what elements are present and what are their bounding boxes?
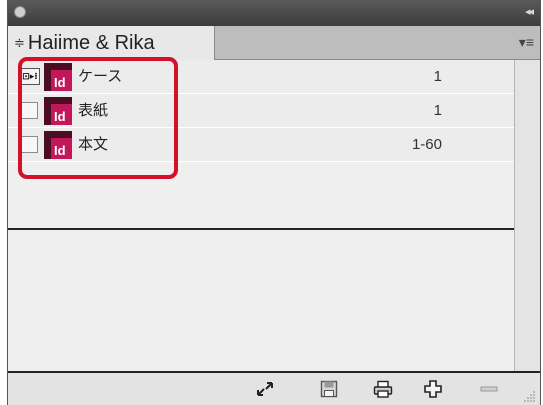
list-item[interactable]: Id 表紙 1 xyxy=(8,94,514,128)
resize-grip-icon[interactable] xyxy=(524,390,536,402)
document-pages: 1 xyxy=(433,102,442,119)
add-document-icon[interactable] xyxy=(422,378,444,400)
style-source-checkbox[interactable] xyxy=(20,102,38,119)
document-pages: 1 xyxy=(433,68,442,85)
svg-text:Id: Id xyxy=(54,109,66,124)
tab-bar: ≑ Haiime & Rika ▾≡ xyxy=(8,26,540,60)
document-pages: 1-60 xyxy=(411,136,442,153)
svg-text:Id: Id xyxy=(54,75,66,90)
vertical-scrollbar[interactable] xyxy=(514,60,540,371)
style-source-icon[interactable]: ⊡▸⁝ xyxy=(20,68,40,85)
save-book-icon[interactable] xyxy=(318,378,340,400)
collapse-panel-icon[interactable]: ◂◂ xyxy=(525,5,534,18)
panel-titlebar: ◂◂ xyxy=(8,0,540,26)
list-item[interactable]: ⊡▸⁝ Id ケース 1 xyxy=(8,60,514,94)
panel-menu-icon[interactable]: ▾≡ xyxy=(519,34,534,51)
style-source-checkbox[interactable] xyxy=(20,136,38,153)
indesign-doc-icon: Id xyxy=(44,97,72,125)
svg-text:Id: Id xyxy=(54,143,66,158)
indesign-doc-icon: Id xyxy=(44,131,72,159)
remove-document-icon[interactable] xyxy=(478,378,500,400)
indesign-doc-icon: Id xyxy=(44,63,72,91)
list-item[interactable]: Id 本文 1-60 xyxy=(8,128,514,162)
book-panel: ◂◂ ≑ Haiime & Rika ▾≡ ⊡▸⁝ Id ケース 1 Id 表紙… xyxy=(7,0,541,405)
synchronize-icon[interactable] xyxy=(254,378,276,400)
tab-chevron-icon: ≑ xyxy=(14,35,25,50)
document-name: 本文 xyxy=(78,136,109,153)
print-book-icon[interactable] xyxy=(372,378,394,400)
book-tab-label: Haiime & Rika xyxy=(27,31,155,54)
book-document-list: ⊡▸⁝ Id ケース 1 Id 表紙 1 Id 本文 1-60 xyxy=(8,60,514,371)
panel-toolbar xyxy=(8,371,540,405)
document-name: 表紙 xyxy=(78,102,109,119)
close-panel-button[interactable] xyxy=(14,6,26,18)
document-name: ケース xyxy=(78,68,123,85)
book-end-divider xyxy=(8,228,514,230)
book-tab[interactable]: ≑ Haiime & Rika xyxy=(8,26,215,60)
